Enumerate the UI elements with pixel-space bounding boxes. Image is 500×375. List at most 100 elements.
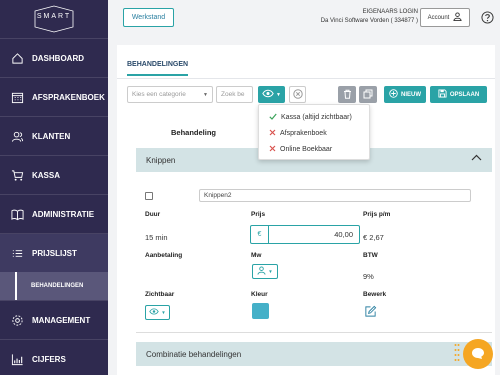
edit-icon[interactable] bbox=[364, 305, 378, 319]
chart-icon bbox=[10, 352, 24, 366]
gear-icon bbox=[10, 313, 24, 327]
zichtbaar-label: Zichtbaar bbox=[145, 291, 175, 298]
color-swatch[interactable] bbox=[252, 303, 269, 319]
trash-icon bbox=[343, 89, 352, 101]
euro-prefix: € bbox=[251, 226, 269, 243]
mw-label: Mw bbox=[251, 252, 262, 259]
sidebar-item-label: MANAGEMENT bbox=[32, 315, 91, 325]
menu-item-afsprakenboek[interactable]: Afsprakenboek bbox=[259, 125, 369, 141]
main-panel: BEHANDELINGEN Kies een categorie ▼ Zoek … bbox=[117, 45, 495, 375]
section-title: Knippen bbox=[146, 155, 176, 165]
list-icon bbox=[10, 246, 24, 260]
cart-icon bbox=[10, 168, 24, 182]
floppy-icon bbox=[438, 89, 447, 100]
menu-item-label: Online Boekbaar bbox=[280, 145, 333, 153]
sidebar-item-administratie[interactable]: ADMINISTRATIE bbox=[0, 195, 108, 233]
save-label: OPSLAAN bbox=[449, 91, 480, 98]
visibility-menu: Kassa (altijd zichtbaar) Afsprakenboek O… bbox=[258, 104, 370, 160]
sidebar-item-management[interactable]: MANAGEMENT bbox=[0, 301, 108, 339]
account-button[interactable]: Account bbox=[420, 8, 470, 27]
chat-bubble-icon bbox=[471, 347, 485, 362]
sidebar-item-label: KLANTEN bbox=[32, 131, 71, 141]
caret-down-icon: ▼ bbox=[161, 310, 166, 315]
caret-down-icon: ▼ bbox=[203, 91, 208, 98]
user-icon bbox=[257, 266, 266, 277]
x-icon bbox=[269, 145, 276, 154]
toolbar: Kies een categorie ▼ Zoek be ▼ NIEUW OPS… bbox=[127, 86, 487, 104]
eye-icon bbox=[262, 89, 274, 100]
prijs-pm-value: € 2,67 bbox=[363, 233, 384, 242]
search-input[interactable]: Zoek be bbox=[216, 86, 253, 103]
sidebar-item-dashboard[interactable]: DASHBOARD bbox=[0, 39, 108, 77]
drag-handle-icon[interactable] bbox=[454, 343, 460, 363]
login-info: EIGENAARS LOGIN Da Vinci Software Vorden… bbox=[321, 8, 418, 26]
help-icon[interactable] bbox=[481, 11, 494, 24]
clear-filter-button[interactable] bbox=[289, 86, 306, 103]
menu-item-label: Kassa (altijd zichtbaar) bbox=[281, 113, 352, 121]
werkstand-button[interactable]: Werkstand bbox=[123, 8, 174, 27]
sidebar-item-kassa[interactable]: KASSA bbox=[0, 156, 108, 194]
row-checkbox[interactable] bbox=[145, 192, 153, 200]
bewerk-label: Bewerk bbox=[363, 291, 387, 298]
sidebar-item-label: ADMINISTRATIE bbox=[32, 209, 95, 219]
new-button[interactable]: NIEUW bbox=[384, 86, 426, 103]
duur-label: Duur bbox=[145, 211, 161, 218]
prijs-label: Prijs bbox=[251, 211, 266, 218]
visibility-dropdown-button[interactable]: ▼ bbox=[258, 86, 285, 103]
kleur-label: Kleur bbox=[251, 291, 268, 298]
caret-down-icon: ▼ bbox=[276, 91, 281, 98]
employee-dropdown[interactable]: ▼ bbox=[252, 264, 278, 279]
sidebar-subitem-label: BEHANDELINGEN bbox=[31, 283, 84, 289]
sidebar-item-prijslijst[interactable]: PRIJSLIJST bbox=[0, 234, 108, 272]
chat-button[interactable] bbox=[463, 339, 493, 369]
column-heading: Behandeling bbox=[171, 128, 217, 137]
btw-label: BTW bbox=[363, 252, 378, 259]
sidebar-item-afsprakenboek[interactable]: AFSPRAKENBOEK bbox=[0, 78, 108, 116]
delete-button[interactable] bbox=[338, 86, 356, 103]
section-title: Combinatie behandelingen bbox=[146, 349, 242, 359]
book-icon bbox=[10, 207, 24, 221]
menu-item-online-boekbaar[interactable]: Online Boekbaar bbox=[259, 141, 369, 157]
sidebar-item-klanten[interactable]: KLANTEN bbox=[0, 117, 108, 155]
aanbetaling-label: Aanbetaling bbox=[145, 252, 183, 259]
plus-circle-icon bbox=[389, 89, 398, 100]
treatment-name-value: Knippen2 bbox=[204, 192, 232, 199]
divider bbox=[136, 332, 492, 333]
close-circle-icon bbox=[292, 88, 303, 101]
sidebar-item-cijfers[interactable]: CIJFERS bbox=[0, 340, 108, 375]
logo-text: SMART bbox=[36, 13, 72, 20]
save-button[interactable]: OPSLAAN bbox=[430, 86, 487, 103]
duur-value[interactable]: 15 min bbox=[145, 233, 168, 242]
user-icon bbox=[453, 12, 462, 23]
home-icon bbox=[10, 51, 24, 65]
category-placeholder: Kies een categorie bbox=[132, 91, 186, 98]
zichtbaar-dropdown[interactable]: ▼ bbox=[145, 305, 170, 320]
calendar-icon bbox=[10, 90, 24, 104]
top-bar: Werkstand EIGENAARS LOGIN Da Vinci Softw… bbox=[108, 0, 500, 36]
account-label: Account bbox=[427, 14, 450, 21]
treatment-name-input[interactable]: Knippen2 bbox=[199, 189, 471, 202]
sidebar-item-label: AFSPRAKENBOEK bbox=[32, 92, 105, 102]
copy-button[interactable] bbox=[359, 86, 377, 103]
btw-value: 9% bbox=[363, 272, 374, 281]
eye-icon bbox=[149, 308, 159, 317]
tab-bar: BEHANDELINGEN bbox=[127, 57, 189, 79]
tab-behandelingen[interactable]: BEHANDELINGEN bbox=[127, 57, 189, 76]
menu-item-kassa[interactable]: Kassa (altijd zichtbaar) bbox=[259, 109, 369, 125]
logo: SMART bbox=[0, 0, 108, 38]
copy-icon bbox=[363, 89, 373, 101]
login-company: Da Vinci Software Vorden ( 334877 ) bbox=[320, 18, 418, 24]
sidebar-subitem-behandelingen[interactable]: BEHANDELINGEN bbox=[0, 272, 108, 300]
sidebar-item-label: KASSA bbox=[32, 170, 61, 180]
sidebar: SMART DASHBOARD AFSPRAKENBOEK KLANTEN KA… bbox=[0, 0, 108, 375]
category-select[interactable]: Kies een categorie ▼ bbox=[127, 86, 213, 103]
price-input[interactable]: € 40,00 bbox=[250, 225, 360, 244]
search-placeholder: Zoek be bbox=[221, 91, 245, 98]
login-role: EIGENAARS LOGIN bbox=[362, 9, 418, 15]
users-icon bbox=[10, 129, 24, 143]
chevron-up-icon[interactable] bbox=[471, 154, 482, 163]
sidebar-item-label: DASHBOARD bbox=[32, 53, 84, 63]
check-icon bbox=[269, 113, 277, 122]
caret-down-icon: ▼ bbox=[268, 269, 273, 274]
section-combinatie[interactable]: Combinatie behandelingen bbox=[136, 342, 492, 366]
